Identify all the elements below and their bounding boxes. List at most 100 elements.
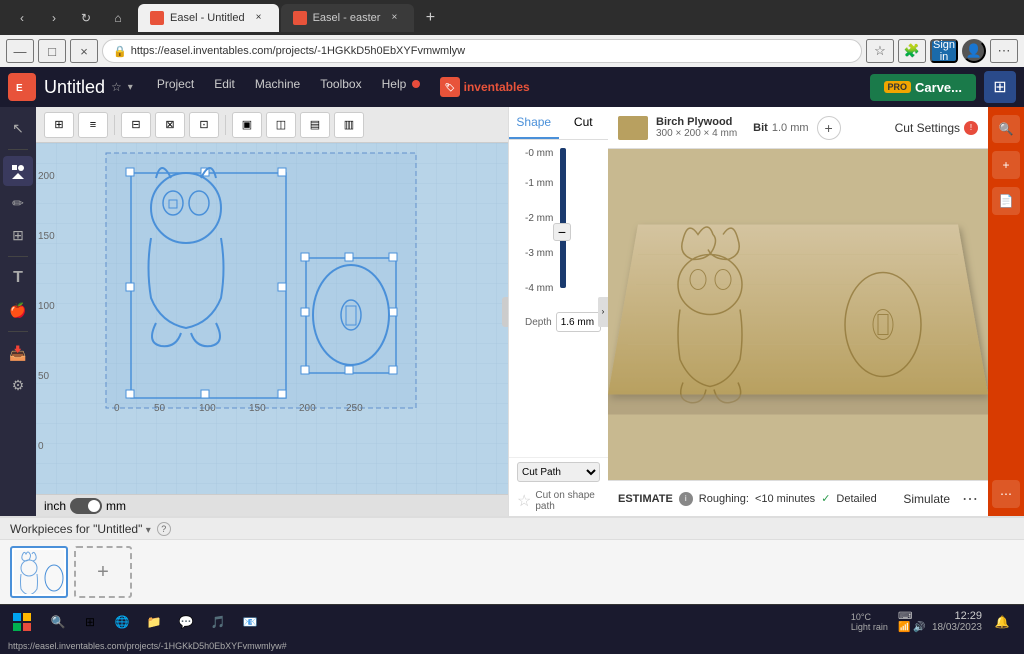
time-value: 12:29 <box>932 610 982 622</box>
cut-on-star-icon[interactable]: ☆ <box>517 491 531 511</box>
toolbar-btn-2[interactable]: ≡ <box>78 112 108 138</box>
bit-label: Bit <box>753 122 768 134</box>
clock-display: 12:29 18/03/2023 <box>932 610 982 633</box>
sidebar-shapes-tool[interactable] <box>3 156 33 186</box>
menu-toolbox[interactable]: Toolbox <box>312 73 369 101</box>
cut-settings-button[interactable]: Cut Settings ! <box>895 121 978 135</box>
edge-icon[interactable]: 🌐 <box>108 608 136 636</box>
add-workpiece-button[interactable]: + <box>74 546 132 598</box>
carve-button[interactable]: PRO Carve... <box>870 74 977 101</box>
unit-toggle[interactable] <box>70 498 102 514</box>
menu-button[interactable]: ⋯ <box>990 39 1018 63</box>
start-button[interactable] <box>8 608 36 636</box>
profile-icon[interactable]: 👤 <box>962 39 986 63</box>
design-canvas-svg[interactable]: 0 50 100 150 200 250 <box>36 143 508 494</box>
toolbar-btn-1[interactable]: ⊞ <box>44 112 74 138</box>
cut-path-row: Cut Path Outline Fill Pocket <box>509 457 608 486</box>
tab-easel-untitled[interactable]: Easel - Untitled × <box>138 4 279 32</box>
sign-in-button[interactable]: Sign in <box>930 39 958 63</box>
tab-easel-easter[interactable]: Easel - easter × <box>281 4 415 32</box>
forward-button[interactable]: › <box>40 7 68 29</box>
inventables-logo[interactable]: 🏷 inventables <box>432 73 538 101</box>
menu-project[interactable]: Project <box>149 73 202 101</box>
refresh-button[interactable]: ↻ <box>72 7 100 29</box>
browser-close[interactable]: × <box>70 39 98 63</box>
extensions-button[interactable]: 🧩 <box>898 39 926 63</box>
bottom-panel: Workpieces for "Untitled" ▾ ? + <box>0 516 1024 604</box>
plus-action-button[interactable]: ⊞ <box>984 71 1016 103</box>
depth-minus-btn[interactable]: − <box>553 223 571 241</box>
tab-cut[interactable]: Cut <box>559 107 609 139</box>
tray-icons[interactable]: ⌨ 📶 🔊 <box>898 608 926 636</box>
cut-path-select[interactable]: Cut Path Outline Fill Pocket <box>517 462 600 482</box>
sidebar-divider-2 <box>8 256 28 257</box>
workpiece-item-1[interactable] <box>10 546 68 598</box>
toolbar-btn-3[interactable]: ⊟ <box>121 112 151 138</box>
taskview-icon[interactable]: ⊞ <box>76 608 104 636</box>
office-ext-btn-4[interactable]: ⋯ <box>992 480 1020 508</box>
back-button[interactable]: ‹ <box>8 7 36 29</box>
sidebar-import-tool[interactable]: 📥 <box>3 338 33 368</box>
material-info: Birch Plywood 300 × 200 × 4 mm <box>656 116 737 139</box>
notification-icon[interactable]: 🔔 <box>988 608 1016 636</box>
favorite-star-icon[interactable]: ☆ <box>111 80 122 94</box>
svg-text:100: 100 <box>199 403 216 414</box>
sidebar-cursor-tool[interactable]: ↖ <box>3 113 33 143</box>
search-taskbar-icon[interactable]: 🔍 <box>44 608 72 636</box>
menu-help[interactable]: Help <box>374 73 428 101</box>
depth-scale-visual: -0 mm -1 mm -2 mm -3 mm -4 mm − <box>525 148 592 308</box>
app-icon-3[interactable]: 📧 <box>236 608 264 636</box>
browser-maximize[interactable]: □ <box>38 39 66 63</box>
tab-shape[interactable]: Shape <box>509 107 559 139</box>
help-notification-dot <box>412 80 420 88</box>
home-button[interactable]: ⌂ <box>104 7 132 29</box>
panel-expand-handle[interactable]: › <box>598 297 608 327</box>
new-tab-button[interactable]: + <box>416 4 444 32</box>
explorer-icon[interactable]: 📁 <box>140 608 168 636</box>
svg-text:50: 50 <box>154 403 166 414</box>
favorites-button[interactable]: ☆ <box>866 39 894 63</box>
svg-text:E: E <box>16 83 23 94</box>
menu-edit[interactable]: Edit <box>206 73 243 101</box>
toolbar-btn-7[interactable]: ◫ <box>266 112 296 138</box>
tab-close-untitled[interactable]: × <box>251 10 267 26</box>
pro-badge: PRO <box>884 81 912 93</box>
sidebar-text-tool[interactable]: T <box>3 263 33 293</box>
office-ext-btn-2[interactable]: + <box>992 151 1020 179</box>
workpieces-help-icon[interactable]: ? <box>157 522 171 536</box>
app-header: E Untitled ☆ ▾ Project Edit Machine Tool… <box>0 67 1024 107</box>
depth-value-input[interactable] <box>556 312 601 332</box>
toolbar-btn-9[interactable]: ▥ <box>334 112 364 138</box>
weather-desc: Light rain <box>851 622 888 632</box>
toolbar-btn-8[interactable]: ▤ <box>300 112 330 138</box>
title-chevron-icon[interactable]: ▾ <box>128 82 133 93</box>
y-label-150: 150 <box>38 231 55 242</box>
more-options-button[interactable]: ⋯ <box>962 489 978 509</box>
office-ext-btn-3[interactable]: 📄 <box>992 187 1020 215</box>
toolbar-btn-5[interactable]: ⊡ <box>189 112 219 138</box>
toolbar-btn-4[interactable]: ⊠ <box>155 112 185 138</box>
office-ext-btn-1[interactable]: 🔍 <box>992 115 1020 143</box>
simulate-button[interactable]: Simulate <box>897 490 956 508</box>
y-label-200: 200 <box>38 171 55 182</box>
cut-on-shape-label: Cut on shape path <box>535 490 600 512</box>
sidebar-image-tool[interactable]: 🍎 <box>3 295 33 325</box>
workpieces-chevron[interactable]: ▾ <box>146 525 151 536</box>
panel-collapse-handle[interactable]: › <box>502 297 508 327</box>
address-bar[interactable]: 🔒 https://easel.inventables.com/projects… <box>102 39 862 63</box>
svg-text:200: 200 <box>299 403 316 414</box>
sidebar-settings-tool[interactable]: ⚙ <box>3 370 33 400</box>
y-label-100: 100 <box>38 301 55 312</box>
office-sidebar: 🔍 + 📄 ⋯ <box>988 107 1024 516</box>
add-material-button[interactable]: + <box>817 116 841 140</box>
tab-close-easter[interactable]: × <box>386 10 402 26</box>
app-icon-2[interactable]: 🎵 <box>204 608 232 636</box>
sidebar-apps-tool[interactable]: ⊞ <box>3 220 33 250</box>
tab-bar: Easel - Untitled × Easel - easter × + <box>138 4 1016 32</box>
menu-machine[interactable]: Machine <box>247 73 308 101</box>
toolbar-btn-6[interactable]: ▣ <box>232 112 262 138</box>
app-icon-1[interactable]: 💬 <box>172 608 200 636</box>
browser-minimize[interactable]: — <box>6 39 34 63</box>
sidebar-pen-tool[interactable]: ✏ <box>3 188 33 218</box>
status-bar: https://easel.inventables.com/projects/-… <box>0 638 1024 654</box>
